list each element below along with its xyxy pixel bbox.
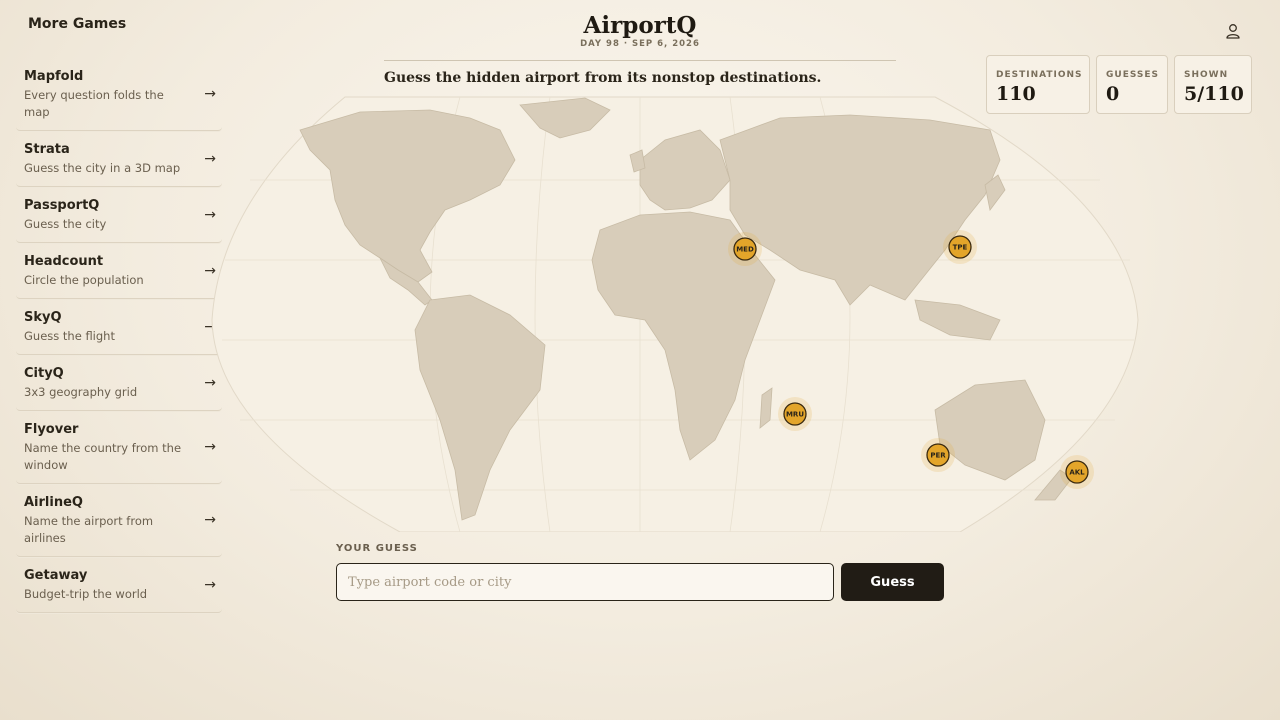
sidebar-item-subtitle: Guess the city in a 3D map [24, 161, 181, 175]
game-prompt: Guess the hidden airport from its nonsto… [384, 70, 822, 86]
pin-tpe: TPE [943, 230, 977, 264]
pin-med: MED [728, 232, 762, 266]
guess-button[interactable]: Guess [841, 563, 944, 601]
guess-input[interactable] [336, 563, 834, 601]
page-title: AirportQ [583, 12, 697, 39]
shown-stat: SHOWN 5/110 [1174, 55, 1252, 114]
sidebar-item-getaway[interactable]: Getaway Budget-trip the world → [16, 557, 222, 613]
sidebar-item-subtitle: Circle the population [24, 273, 144, 287]
sidebar-item-title: PassportQ [24, 198, 100, 213]
pin-per: PER [921, 438, 955, 472]
sidebar-item-title: Flyover [24, 422, 79, 437]
sidebar-item-subtitle: Name the country from the window [24, 441, 182, 472]
sidebar-item-airlineq[interactable]: AirlineQ Name the airport from airlines … [16, 484, 222, 557]
sidebar-item-subtitle: Guess the flight [24, 329, 115, 343]
sidebar-item-title: Strata [24, 142, 70, 157]
pin-akl: AKL [1060, 455, 1094, 489]
pin-code: TPE [953, 244, 968, 252]
sidebar: Mapfold Every question folds the map → S… [16, 58, 222, 613]
sidebar-item-title: Mapfold [24, 69, 84, 84]
day-date-label: DAY 98 · SEP 6, 2026 [580, 39, 700, 49]
pin-code: MED [736, 246, 754, 254]
arrow-right-icon: → [204, 576, 216, 593]
sidebar-item-subtitle: Budget-trip the world [24, 587, 148, 601]
stat-label: GUESSES [1106, 70, 1160, 80]
sidebar-item-passportq[interactable]: PassportQ Guess the city → [16, 187, 222, 243]
sidebar-item-title: CityQ [24, 366, 64, 381]
user-icon[interactable] [1224, 22, 1242, 40]
pin-code: AKL [1069, 469, 1085, 477]
sidebar-item-flyover[interactable]: Flyover Name the country from the window… [16, 411, 222, 484]
header-divider [384, 60, 896, 61]
stat-label: DESTINATIONS [996, 70, 1083, 80]
pin-code: MRU [786, 411, 804, 419]
sidebar-item-skyq[interactable]: SkyQ Guess the flight → [16, 299, 222, 355]
sidebar-item-title: SkyQ [24, 310, 62, 325]
stat-value: 5/110 [1184, 83, 1244, 105]
sidebar-item-headcount[interactable]: Headcount Circle the population → [16, 243, 222, 299]
sidebar-item-mapfold[interactable]: Mapfold Every question folds the map → [16, 58, 222, 131]
guess-label: YOUR GUESS [336, 543, 418, 554]
sidebar-item-subtitle: Guess the city [24, 217, 107, 231]
pin-mru: MRU [778, 397, 812, 431]
sidebar-item-title: Headcount [24, 254, 104, 269]
sidebar-item-subtitle: Every question folds the map [24, 88, 164, 119]
sidebar-item-strata[interactable]: Strata Guess the city in a 3D map → [16, 131, 222, 187]
sidebar-item-cityq[interactable]: CityQ 3x3 geography grid → [16, 355, 222, 411]
sidebar-item-subtitle: 3x3 geography grid [24, 385, 138, 399]
sidebar-item-title: AirlineQ [24, 495, 83, 510]
sidebar-item-subtitle: Name the airport from airlines [24, 514, 154, 545]
sidebar-item-title: Getaway [24, 568, 88, 583]
stat-label: SHOWN [1184, 70, 1229, 80]
pin-code: PER [930, 452, 946, 460]
world-map: MED TPE MRU PER AKL [211, 96, 1139, 532]
